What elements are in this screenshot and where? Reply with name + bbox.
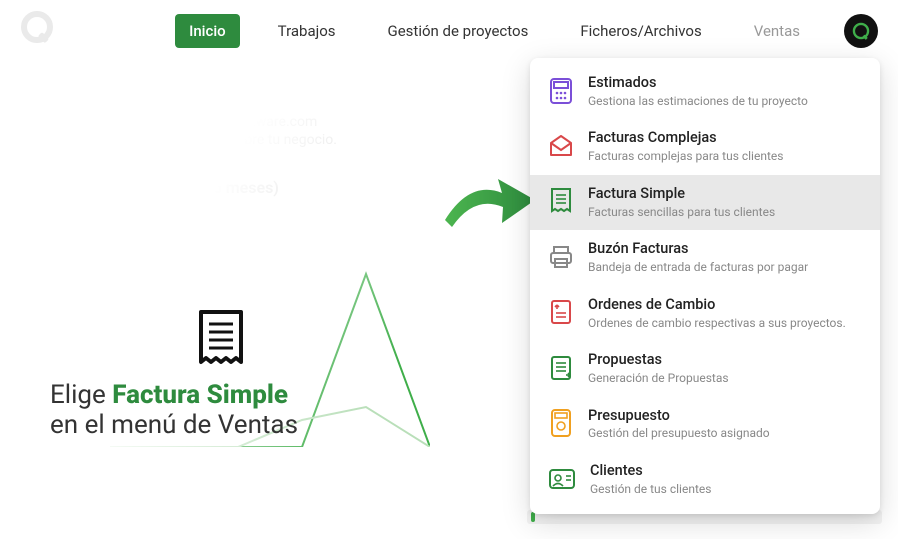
dropdown-item-title: Buzón Facturas: [588, 240, 862, 259]
callout-strong: Factura Simple: [112, 380, 288, 410]
dropdown-item-title: Propuestas: [588, 351, 862, 370]
dropdown-item-title: Facturas Complejas: [588, 129, 862, 148]
printer-icon: [548, 240, 574, 270]
dropdown-item-desc: Gestiona las estimaciones de tu proyecto: [588, 94, 862, 110]
dropdown-item-ordenes-de-cambio[interactable]: Ordenes de CambioOrdenes de cambio respe…: [530, 286, 880, 341]
proposal-icon: [548, 351, 574, 381]
dropdown-item-presupuesto[interactable]: PresupuestoGestión del presupuesto asign…: [530, 397, 880, 452]
calculator-icon: [548, 74, 574, 104]
ventas-dropdown: EstimadosGestiona las estimaciones de tu…: [530, 58, 880, 514]
dropdown-item-title: Ordenes de Cambio: [588, 296, 862, 315]
arrow-icon: [440, 165, 540, 249]
dropdown-item-buz-n-facturas[interactable]: Buzón FacturasBandeja de entrada de fact…: [530, 230, 880, 285]
callout-line-2: en el menú de Ventas: [50, 410, 298, 440]
dropdown-item-title: Estimados: [588, 74, 862, 93]
dropdown-item-estimados[interactable]: EstimadosGestiona las estimaciones de tu…: [530, 64, 880, 119]
dropdown-item-factura-simple[interactable]: Factura SimpleFacturas sencillas para tu…: [530, 175, 880, 230]
y-tick: 30,000: [60, 221, 93, 234]
dropdown-item-text: Buzón FacturasBandeja de entrada de fact…: [588, 240, 862, 275]
dropdown-item-clientes[interactable]: ClientesGestión de tus clientes: [530, 452, 880, 507]
brand-logo: [20, 10, 54, 52]
dropdown-item-desc: Gestión del presupuesto asignado: [588, 426, 862, 442]
dropdown-item-desc: Gestión de tus clientes: [590, 482, 862, 498]
dropdown-item-title: Factura Simple: [588, 185, 862, 204]
nav-inicio[interactable]: Inicio: [175, 14, 240, 48]
dropdown-item-text: EstimadosGestiona las estimaciones de tu…: [588, 74, 862, 109]
avatar[interactable]: [844, 14, 878, 48]
dropdown-item-desc: Facturas complejas para tus clientes: [588, 149, 862, 165]
dropdown-item-facturas-complejas[interactable]: Facturas ComplejasFacturas complejas par…: [530, 119, 880, 174]
nav-trabajos[interactable]: Trabajos: [264, 14, 350, 48]
dropdown-item-text: PresupuestoGestión del presupuesto asign…: [588, 407, 862, 442]
dropdown-item-title: Clientes: [590, 462, 862, 481]
dropdown-item-title: Presupuesto: [588, 407, 862, 426]
dropdown-item-desc: Ordenes de cambio respectivas a sus proy…: [588, 316, 862, 332]
topbar: Inicio Trabajos Gestión de proyectos Fic…: [0, 0, 898, 62]
nav-ficheros[interactable]: Ficheros/Archivos: [566, 14, 715, 48]
dropdown-item-propuestas[interactable]: PropuestasGeneración de Propuestas: [530, 341, 880, 396]
nav-ventas[interactable]: Ventas: [740, 14, 814, 48]
dropdown-item-text: ClientesGestión de tus clientes: [590, 462, 862, 497]
dropdown-item-desc: Generación de Propuestas: [588, 371, 862, 387]
dropdown-item-text: Ordenes de CambioOrdenes de cambio respe…: [588, 296, 862, 331]
budget-icon: [548, 407, 574, 437]
receipt-large-icon: [195, 310, 298, 372]
receipt-icon: [548, 185, 574, 215]
main-nav: Inicio Trabajos Gestión de proyectos Fic…: [175, 14, 814, 48]
dropdown-item-desc: Bandeja de entrada de facturas por pagar: [588, 260, 862, 276]
nav-gestion-proyectos[interactable]: Gestión de proyectos: [374, 14, 543, 48]
callout-pre: Elige: [50, 380, 112, 410]
change-order-icon: [548, 296, 574, 326]
dropdown-item-text: PropuestasGeneración de Propuestas: [588, 351, 862, 386]
dropdown-item-text: Facturas ComplejasFacturas complejas par…: [588, 129, 862, 164]
clients-icon: [548, 462, 576, 492]
callout-line-1: Elige Factura Simple: [50, 380, 298, 410]
y-tick: 20,000: [60, 293, 93, 306]
instruction-callout: Elige Factura Simple en el menú de Venta…: [50, 370, 298, 440]
dropdown-item-desc: Facturas sencillas para tus clientes: [588, 205, 862, 221]
dropdown-item-text: Factura SimpleFacturas sencillas para tu…: [588, 185, 862, 220]
inbox-icon: [548, 129, 574, 159]
y-tick: 0: [60, 438, 66, 451]
